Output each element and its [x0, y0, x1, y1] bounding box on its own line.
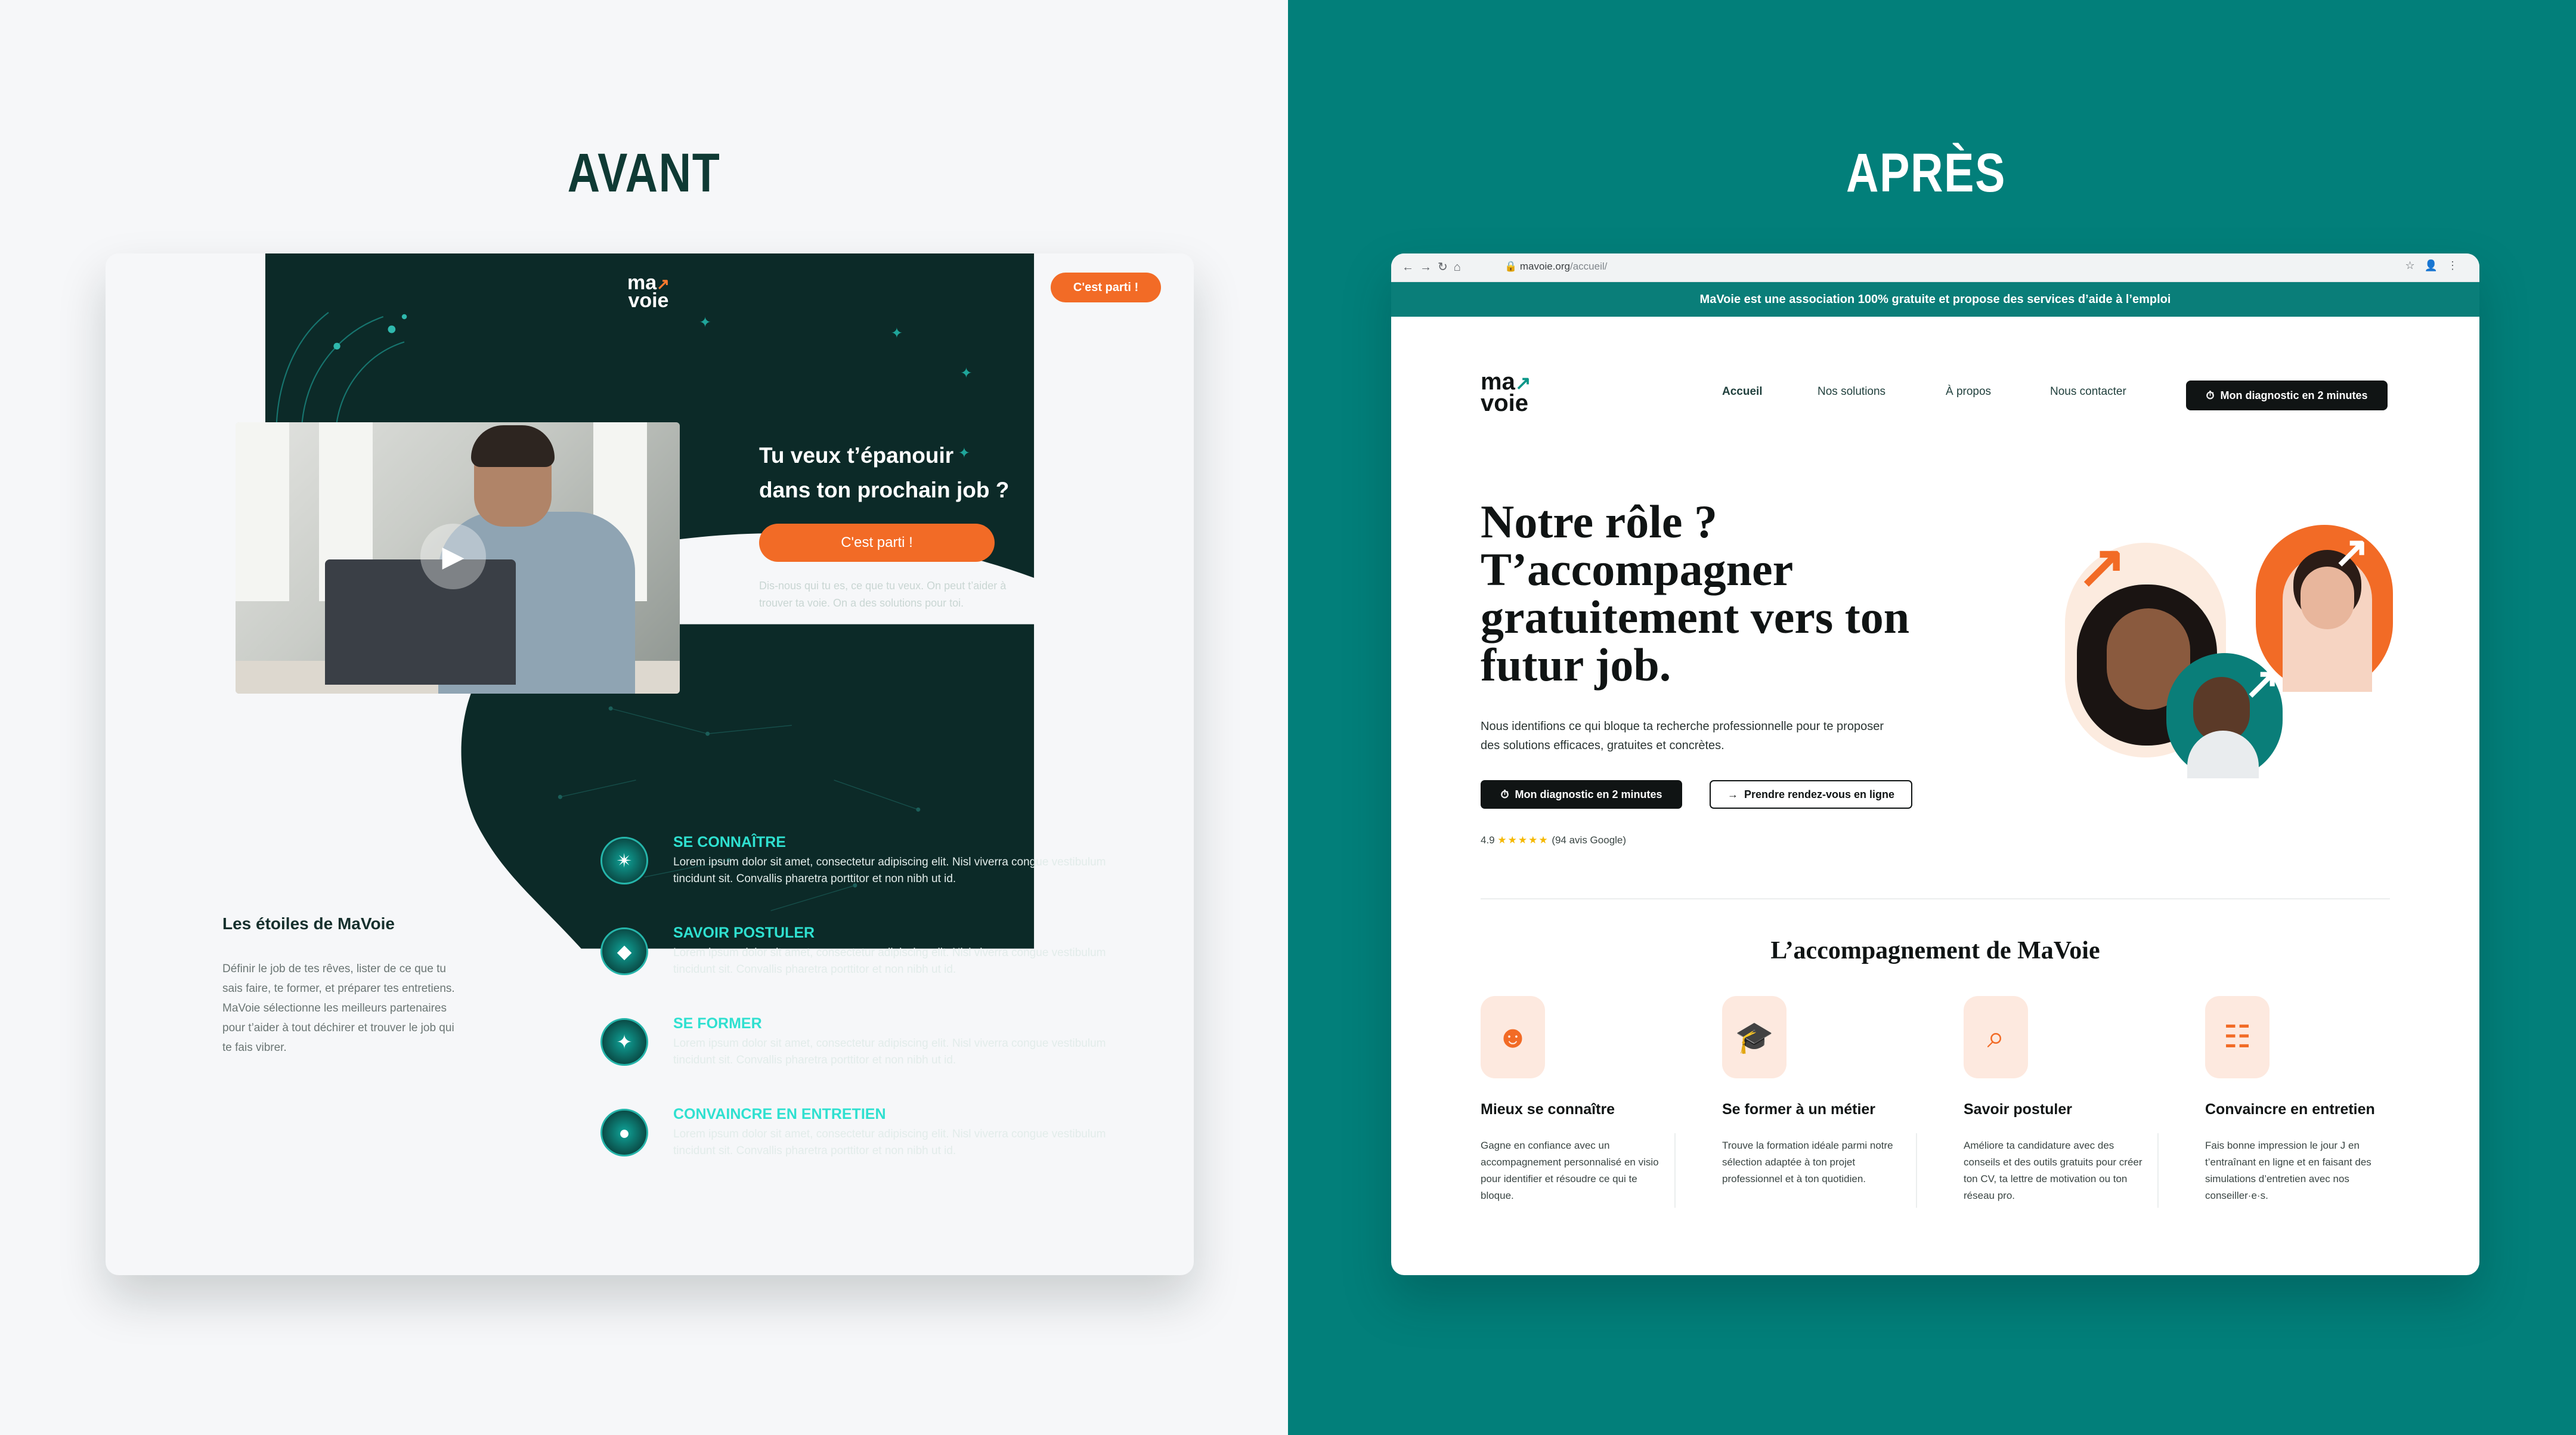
arrow-up-right-icon: ↗ — [2333, 528, 2370, 576]
address-bar[interactable]: 🔒 mavoie.org/accueil/ — [1504, 261, 1607, 273]
svg-text:✦: ✦ — [699, 314, 711, 331]
avant-headline: Tu veux t’épanouir dans ton prochain job… — [759, 443, 1010, 502]
diamond-icon: ◆ — [600, 927, 648, 975]
svg-text:✦: ✦ — [891, 324, 903, 341]
appointment-button[interactable]: → Prendre rendez-vous en ligne — [1710, 780, 1912, 809]
avant-stars-title: Les étoiles de MaVoie — [222, 914, 395, 933]
apres-screenshot: ←→↻⌂ 🔒 mavoie.org/accueil/ ☆👤⋮ MaVoie es… — [1391, 253, 2479, 1275]
timer-icon: ⏱ — [2206, 389, 2215, 401]
search-person-icon: ⌕ — [1964, 996, 2028, 1078]
interview-icon: ☷ — [2205, 996, 2270, 1078]
nav-nos-solutions[interactable]: Nos solutions — [1818, 385, 1885, 398]
avant-feature-item: ● CONVAINCRE EN ENTRETIEN Lorem ipsum do… — [600, 1106, 1167, 1171]
avant-hero-cta-button[interactable]: C'est parti ! — [759, 524, 995, 562]
sun-icon: ● — [600, 1109, 648, 1156]
column-separator — [1916, 1133, 1917, 1208]
column-separator — [1674, 1133, 1676, 1208]
avant-stars-text: Définir le job de tes rêves, lister de c… — [222, 963, 455, 1054]
svg-text:✦: ✦ — [960, 364, 972, 381]
avant-video-thumbnail[interactable]: ▶ — [236, 422, 680, 694]
rating-stars-icon: ★★★★★ — [1497, 834, 1549, 846]
arrow-right-icon: → — [1727, 788, 1738, 800]
diagnostic-button[interactable]: ⏱ Mon diagnostic en 2 minutes — [1481, 780, 1682, 809]
hero-heading: Notre rôle ? T’accompagner gratuitement … — [1481, 496, 1910, 691]
nav-nous-contacter[interactable]: Nous contacter — [2050, 385, 2126, 398]
service-card[interactable]: ⌕ Savoir postuler Améliore ta candidatur… — [1964, 996, 2142, 1204]
section-divider — [1481, 898, 2390, 899]
info-banner: MaVoie est une association 100% gratuite… — [1391, 282, 2479, 317]
hero-lead-text: Nous identifions ce qui bloque ta recher… — [1481, 720, 1884, 752]
avant-title: AVANT — [567, 143, 721, 203]
service-card[interactable]: ☻ Mieux se connaître Gagne en confiance … — [1481, 996, 1659, 1204]
arrow-up-right-icon: ↗ — [2244, 660, 2280, 707]
arrow-up-right-icon: ↗ — [2077, 533, 2127, 600]
star-orbit-icon: ✴ — [600, 837, 648, 884]
avant-feature-item: ✴ SE CONNAÎTRE Lorem ipsum dolor sit ame… — [600, 834, 1167, 899]
person-icon: ☻ — [1481, 996, 1545, 1078]
before-panel: AVANT ✦✦✦ ✦✦ — [0, 0, 1288, 1435]
avant-header-cta-button[interactable]: C'est parti ! — [1051, 273, 1161, 302]
apres-logo[interactable]: ma↗ voie — [1481, 370, 1531, 415]
timer-icon: ⏱ — [1500, 788, 1509, 800]
avant-feature-item: ✦ SE FORMER Lorem ipsum dolor sit amet, … — [600, 1015, 1167, 1081]
play-icon[interactable]: ▶ — [420, 524, 486, 589]
browser-menu-icons[interactable]: ☆👤⋮ — [2405, 259, 2467, 272]
service-card[interactable]: ☷ Convaincre en entretien Fais bonne imp… — [2205, 996, 2384, 1204]
avant-feature-item: ◆ SAVOIR POSTULER Lorem ipsum dolor sit … — [600, 924, 1167, 990]
hero-people-illustration: ↗ ↗ ↗ — [2065, 525, 2399, 787]
section-title: L’accompagnement de MaVoie — [1770, 937, 2100, 964]
apres-title: APRÈS — [1846, 143, 2007, 203]
avant-screenshot: ✦✦✦ ✦✦ ma↗ voie C'est parti ! — [106, 253, 1194, 1275]
service-card[interactable]: 🎓 Se former à un métier Trouve la format… — [1722, 996, 1901, 1187]
browser-toolbar: ←→↻⌂ 🔒 mavoie.org/accueil/ ☆👤⋮ — [1391, 253, 2479, 282]
graduation-cap-icon: 🎓 — [1722, 996, 1787, 1078]
browser-nav-icons[interactable]: ←→↻⌂ — [1402, 259, 1467, 274]
avant-logo[interactable]: ma↗ voie — [627, 273, 670, 311]
sparkle-icon: ✦ — [600, 1018, 648, 1066]
nav-accueil[interactable]: Accueil — [1722, 385, 1763, 398]
avant-hero-subtext: Dis-nous qui tu es, ce que tu veux. On p… — [759, 580, 1007, 609]
header-diagnostic-button[interactable]: ⏱ Mon diagnostic en 2 minutes — [2186, 381, 2388, 410]
nav-a-propos[interactable]: À propos — [1946, 385, 1991, 398]
google-rating: 4.9 ★★★★★ (94 avis Google) — [1481, 834, 1627, 846]
column-separator — [2157, 1133, 2159, 1208]
